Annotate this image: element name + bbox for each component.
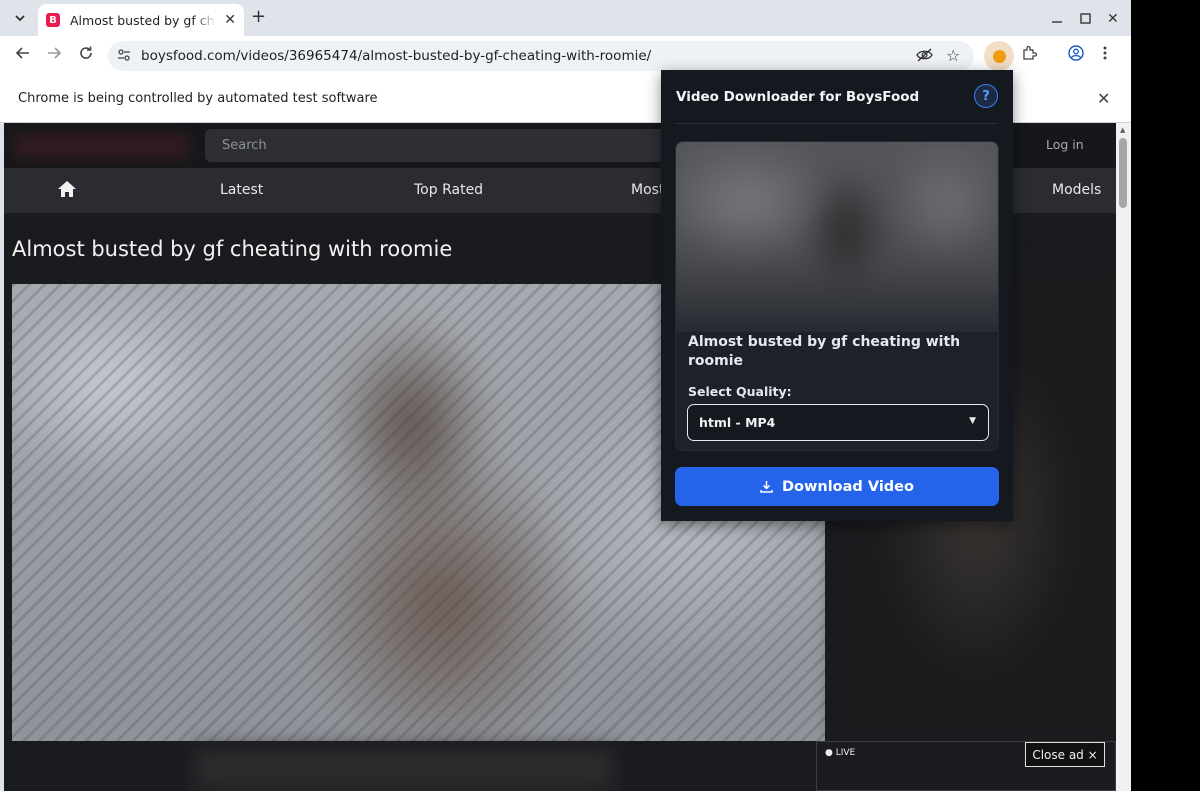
home-icon[interactable] — [57, 180, 77, 202]
video-card: Almost busted by gf cheating with roomie… — [675, 141, 999, 451]
scroll-up-icon[interactable]: ▲ — [1120, 126, 1125, 134]
menu-kebab-icon[interactable] — [1103, 45, 1107, 65]
eye-off-icon[interactable] — [916, 47, 933, 67]
nav-latest[interactable]: Latest — [220, 182, 263, 198]
search-placeholder: Search — [222, 138, 267, 153]
ad-banner[interactable]: ● LIVE Close ad × — [816, 741, 1116, 791]
scrollbar-thumb[interactable] — [1119, 138, 1127, 208]
nav-top-rated[interactable]: Top Rated — [414, 182, 483, 198]
desktop-background — [1131, 0, 1200, 791]
profile-icon[interactable] — [1068, 45, 1084, 65]
download-label: Download Video — [782, 478, 914, 495]
extension-popup: Video Downloader for BoysFood ? Almost b… — [661, 70, 1013, 521]
browser-window: B Almost busted by gf cheating with room… — [0, 0, 1131, 791]
maximize-icon[interactable] — [1080, 12, 1091, 28]
download-video-button[interactable]: Download Video — [675, 467, 999, 506]
site-logo[interactable] — [14, 133, 189, 159]
related-thumbnail-blurred — [194, 748, 614, 791]
site-info-icon[interactable] — [117, 48, 131, 66]
download-icon — [760, 481, 773, 493]
close-tab-icon[interactable]: ✕ — [224, 12, 236, 28]
video-title: Almost busted by gf cheating with roomie — [12, 237, 453, 261]
tab-search-button[interactable] — [9, 7, 31, 29]
quality-select[interactable]: html - MP4 ▼ — [687, 404, 989, 441]
tab-strip: B Almost busted by gf cheating with room… — [0, 0, 1131, 36]
login-link[interactable]: Log in — [1046, 137, 1084, 152]
caret-down-icon: ▼ — [969, 416, 976, 426]
nav-models[interactable]: Models — [1052, 182, 1101, 198]
quality-label: Select Quality: — [688, 384, 792, 399]
live-badge: ● LIVE — [825, 748, 856, 758]
nav-most[interactable]: Most — [631, 182, 664, 198]
video-downloader-extension-icon[interactable] — [984, 41, 1014, 71]
tab-title: Almost busted by gf cheating with roomie — [70, 12, 216, 28]
extensions-puzzle-icon[interactable] — [1021, 45, 1038, 65]
bookmark-star-icon[interactable]: ☆ — [946, 46, 960, 65]
site-search-input[interactable]: Search — [205, 129, 675, 162]
new-tab-button[interactable]: + — [251, 8, 266, 26]
infobar-text: Chrome is being controlled by automated … — [18, 91, 378, 106]
reload-icon[interactable] — [78, 45, 94, 65]
close-window-icon[interactable]: ✕ — [1107, 11, 1119, 27]
address-bar[interactable]: boysfood.com/videos/36965474/almost-bust… — [108, 41, 974, 71]
video-thumbnail — [676, 142, 998, 332]
divider — [676, 123, 998, 124]
url-text[interactable]: boysfood.com/videos/36965474/almost-bust… — [141, 48, 651, 64]
help-button[interactable]: ? — [974, 84, 998, 108]
favicon-icon: B — [46, 13, 60, 27]
browser-tab[interactable]: B Almost busted by gf cheating with room… — [38, 4, 244, 36]
popup-title: Video Downloader for BoysFood — [676, 89, 920, 105]
page-scrollbar[interactable]: ▲ — [1116, 123, 1131, 791]
minimize-icon[interactable] — [1051, 12, 1063, 28]
infobar-close-icon[interactable]: ✕ — [1097, 89, 1110, 108]
back-icon[interactable] — [15, 45, 31, 65]
popup-video-title: Almost busted by gf cheating with roomie — [688, 334, 961, 369]
close-ad-button[interactable]: Close ad × — [1025, 742, 1105, 767]
forward-icon[interactable] — [46, 45, 62, 65]
quality-selected-value: html - MP4 — [699, 415, 776, 430]
chevron-down-icon — [15, 15, 25, 21]
